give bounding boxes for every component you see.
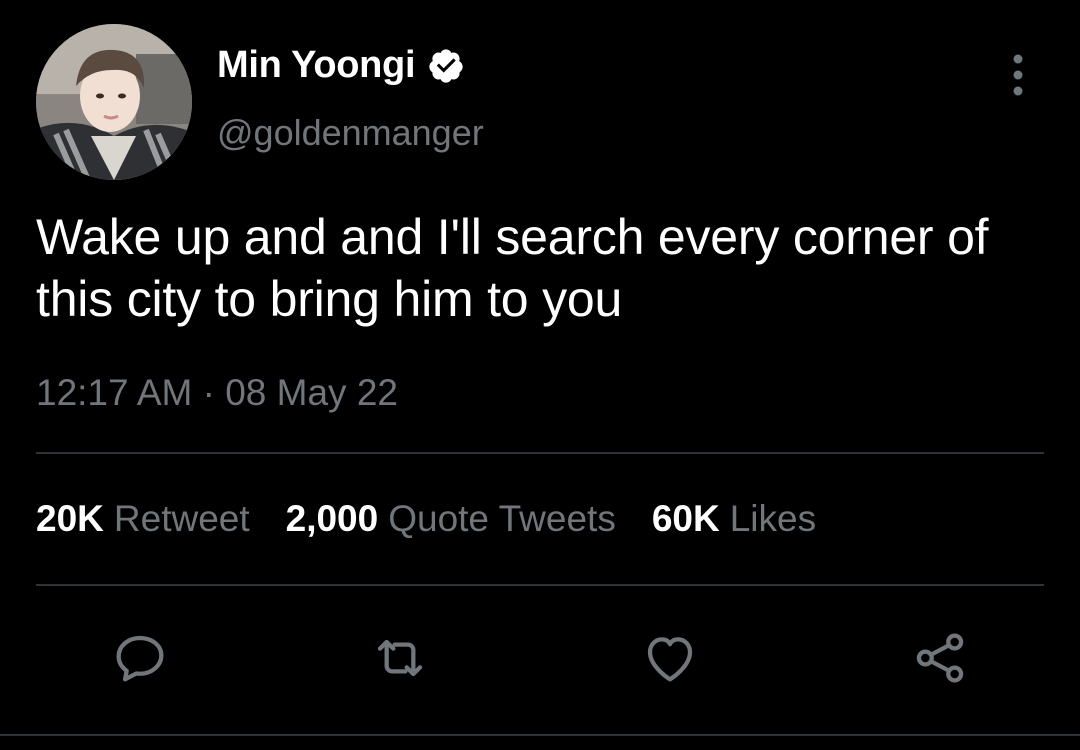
share-icon bbox=[916, 633, 964, 683]
likes-stat[interactable]: 60K Likes bbox=[652, 498, 816, 540]
retweets-count: 20K bbox=[36, 498, 104, 539]
share-button[interactable] bbox=[908, 626, 972, 690]
reply-button[interactable] bbox=[108, 626, 172, 690]
avatar[interactable] bbox=[36, 24, 192, 180]
avatar-photo bbox=[36, 24, 192, 180]
reply-icon bbox=[116, 635, 164, 682]
engagement-stats: 20K Retweet 2,000 Quote Tweets 60K Likes bbox=[36, 498, 816, 540]
quotes-stat[interactable]: 2,000 Quote Tweets bbox=[286, 498, 616, 540]
likes-label: Likes bbox=[729, 498, 817, 539]
divider bbox=[36, 452, 1044, 454]
timestamp[interactable]: 12:17 AM · 08 May 22 bbox=[36, 372, 398, 414]
verified-badge-icon bbox=[427, 47, 465, 85]
divider bbox=[36, 584, 1044, 586]
retweet-button[interactable] bbox=[368, 626, 432, 690]
display-name[interactable]: Min Yoongi bbox=[217, 44, 465, 87]
like-button[interactable] bbox=[638, 626, 702, 690]
divider bbox=[0, 734, 1080, 736]
retweet-icon bbox=[377, 639, 423, 677]
retweets-label: Retweet bbox=[113, 498, 250, 539]
tweet-detail: Min Yoongi @goldenmanger Wake up and and… bbox=[0, 0, 1080, 750]
quotes-count: 2,000 bbox=[285, 498, 379, 539]
heart-icon bbox=[647, 637, 693, 682]
display-name-text: Min Yoongi bbox=[217, 44, 416, 86]
handle[interactable]: @goldenmanger bbox=[217, 112, 484, 154]
likes-count: 60K bbox=[651, 498, 720, 539]
tweet-text: Wake up and and I'll search every corner… bbox=[36, 209, 989, 327]
more-vertical-icon[interactable] bbox=[1000, 52, 1036, 98]
quotes-label: Quote Tweets bbox=[388, 498, 616, 539]
retweets-stat[interactable]: 20K Retweet bbox=[36, 498, 250, 540]
